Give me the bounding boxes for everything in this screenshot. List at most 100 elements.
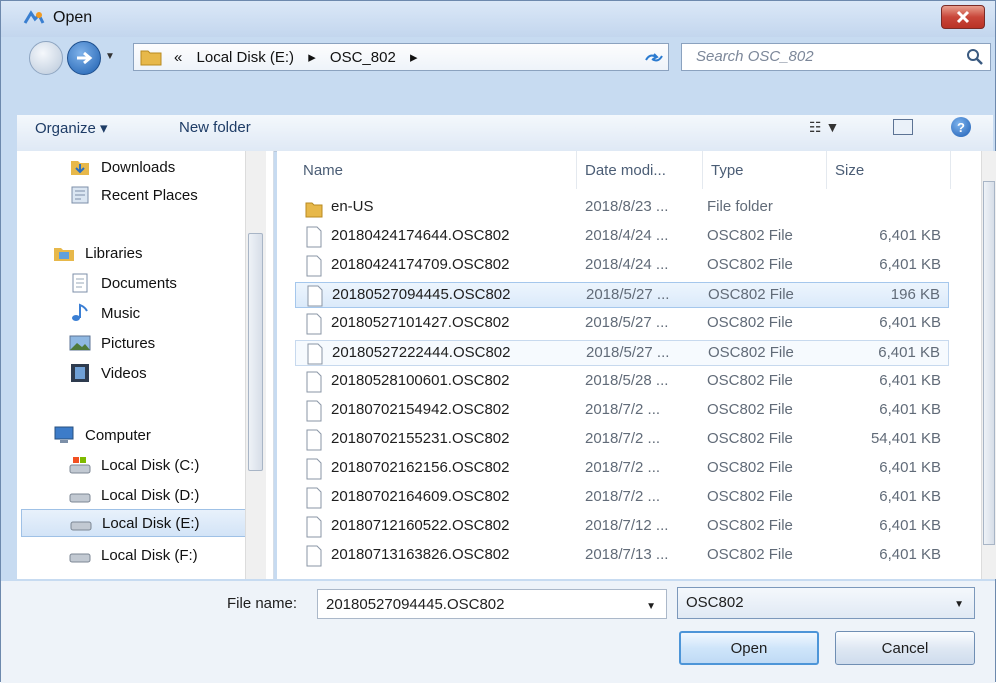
navigation-pane[interactable]: Downloads Recent Places Libraries Docume… [17, 151, 274, 579]
file-name-field[interactable]: 20180527094445.OSC802 ▼ [317, 589, 667, 619]
back-button[interactable] [29, 41, 63, 75]
sidebar-item-videos[interactable]: Videos [17, 359, 257, 387]
drive-icon [69, 493, 91, 503]
computer-icon [54, 426, 74, 443]
table-row[interactable]: 20180527101427.OSC802 2018/5/27 ... OSC802… [295, 311, 949, 337]
file-name: en-US [331, 198, 374, 215]
preview-pane-icon[interactable] [893, 119, 913, 135]
sidebar-item-local-disk-c[interactable]: Local Disk (C:) [17, 451, 257, 479]
organize-button[interactable]: Organize ▾ [35, 119, 108, 137]
breadcrumb-separator[interactable]: ▸ [410, 49, 418, 66]
libraries-icon [54, 248, 74, 261]
file-icon [306, 371, 322, 393]
sidebar-item-downloads[interactable]: Downloads [17, 153, 257, 181]
sidebar-item-pictures[interactable]: Pictures [17, 329, 257, 357]
file-name-value[interactable]: 20180527094445.OSC802 [326, 596, 505, 613]
sidebar-item-label: Pictures [101, 334, 156, 352]
table-row[interactable]: 20180713163826.OSC802 2018/7/13 ... OSC802… [295, 543, 949, 569]
file-name: 20180702164609.OSC802 [331, 488, 510, 505]
table-row[interactable]: 20180702155231.OSC802 2018/7/2 ... OSC802 … [295, 427, 949, 453]
drive-icon [70, 521, 92, 531]
command-bar [17, 115, 993, 152]
file-size: 196 KB [890, 286, 940, 303]
file-name: 20180527094445.OSC802 [332, 286, 511, 303]
file-name-label: File name: [227, 595, 298, 612]
file-icon [307, 285, 323, 307]
pictures-icon [69, 335, 91, 351]
recent-locations-dropdown[interactable]: ▼ [105, 51, 115, 62]
sidebar-item-documents[interactable]: Documents [17, 269, 257, 297]
forward-button[interactable] [67, 41, 101, 75]
table-row[interactable]: 20180424174709.OSC802 2018/4/24 ... OSC802… [295, 253, 949, 279]
file-type: OSC802 File [707, 488, 793, 505]
search-icon[interactable] [966, 48, 984, 66]
scrollbar-thumb[interactable] [248, 233, 263, 471]
sidebar-item-music[interactable]: Music [17, 299, 257, 327]
new-folder-button[interactable]: New folder [179, 119, 251, 136]
file-date: 2018/7/2 ... [585, 488, 661, 505]
table-row[interactable]: 20180712160522.OSC802 2018/7/12 ... OSC802… [295, 514, 949, 540]
close-icon [956, 10, 970, 24]
breadcrumb-overflow[interactable]: « [174, 49, 182, 66]
file-size: 6,401 KB [879, 227, 941, 244]
breadcrumb-separator[interactable]: ▸ [308, 49, 316, 66]
file-type-value: OSC802 [686, 594, 744, 611]
column-header-date[interactable]: Date modi... [577, 151, 703, 189]
file-type: OSC802 File [707, 256, 793, 273]
file-type: OSC802 File [708, 344, 794, 361]
sidebar-item-label: Recent Places [101, 186, 198, 204]
title-bar[interactable]: Open [1, 1, 995, 37]
views-button[interactable]: ☷ ▼ [809, 119, 839, 136]
column-header-type[interactable]: Type [703, 151, 827, 189]
address-field[interactable]: « Local Disk (E:) ▸ OSC_802 ▸ ▼ [133, 43, 758, 71]
table-row[interactable]: 20180528100601.OSC802 2018/5/28 ... OSC802… [295, 369, 949, 395]
chevron-down-icon[interactable]: ▼ [954, 599, 964, 610]
table-row[interactable]: 20180702154942.OSC802 2018/7/2 ... OSC802 … [295, 398, 949, 424]
file-size: 6,401 KB [879, 459, 941, 476]
file-date: 2018/5/27 ... [586, 344, 670, 361]
cancel-button[interactable]: Cancel [835, 631, 975, 665]
file-name: 20180527101427.OSC802 [331, 314, 510, 331]
sidebar-item-label: Downloads [101, 158, 176, 176]
sidebar-item-libraries[interactable]: Libraries [17, 239, 257, 267]
music-icon [72, 303, 88, 321]
table-row[interactable]: 20180424174644.OSC802 2018/4/24 ... OSC802… [295, 224, 949, 250]
breadcrumb-osc-802[interactable]: OSC_802 [330, 49, 396, 66]
table-row[interactable]: 20180527222444.OSC802 2018/5/27 ... OSC802… [295, 340, 949, 366]
file-date: 2018/5/27 ... [585, 314, 669, 331]
sidebar-item-computer[interactable]: Computer [17, 421, 257, 449]
close-button[interactable] [941, 5, 985, 29]
table-row[interactable]: 20180702164609.OSC802 2018/7/2 ... OSC802 … [295, 485, 949, 511]
sidebar-item-recent-places[interactable]: Recent Places [17, 181, 257, 209]
file-list-scrollbar[interactable] [981, 151, 996, 579]
search-box[interactable]: Search OSC_802 [681, 43, 991, 71]
sidebar-item-local-disk-e[interactable]: Local Disk (E:) [21, 509, 251, 537]
sidebar-item-local-disk-d[interactable]: Local Disk (D:) [17, 481, 257, 509]
file-type: OSC802 File [707, 459, 793, 476]
file-date: 2018/7/2 ... [585, 430, 661, 447]
column-header-size[interactable]: Size [827, 151, 951, 189]
navigation-scrollbar[interactable] [245, 151, 266, 579]
column-header-name[interactable]: Name [295, 151, 577, 189]
table-row[interactable]: 20180527094445.OSC802 2018/5/27 ... OSC802… [295, 282, 949, 308]
file-type-select[interactable]: OSC802 ▼ [677, 587, 975, 619]
file-size: 6,401 KB [879, 546, 941, 563]
open-button[interactable]: Open [679, 631, 819, 665]
table-row[interactable]: en-US 2018/8/23 ... File folder [295, 195, 949, 221]
search-input[interactable]: Search OSC_802 [696, 48, 814, 65]
file-icon [306, 313, 322, 335]
file-date: 2018/5/27 ... [586, 286, 670, 303]
refresh-button[interactable] [637, 45, 671, 71]
help-icon[interactable]: ? [951, 117, 971, 137]
scrollbar-thumb[interactable] [983, 181, 995, 545]
file-list[interactable]: Name Date modi... Type Size en-US 2018/8/… [277, 151, 981, 579]
chevron-down-icon[interactable]: ▼ [646, 601, 656, 612]
file-type: OSC802 File [707, 227, 793, 244]
sidebar-item-local-disk-f[interactable]: Local Disk (F:) [17, 541, 257, 569]
table-row[interactable]: 20180702162156.OSC802 2018/7/2 ... OSC802 … [295, 456, 949, 482]
file-icon [306, 487, 322, 509]
file-date: 2018/5/28 ... [585, 372, 669, 389]
breadcrumb-local-disk-e[interactable]: Local Disk (E:) [197, 49, 295, 66]
file-name: 20180424174709.OSC802 [331, 256, 510, 273]
file-type: OSC802 File [707, 372, 793, 389]
